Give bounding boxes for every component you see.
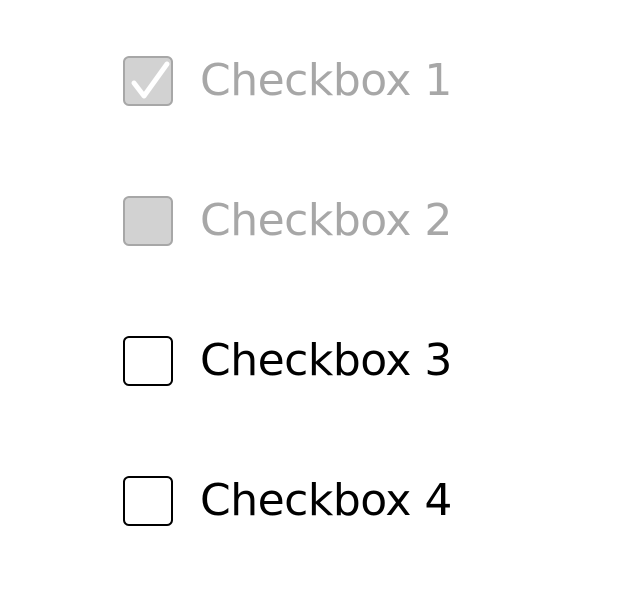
checkbox-2-box <box>123 196 173 246</box>
checkbox-3-box[interactable] <box>123 336 173 386</box>
checkbox-4[interactable]: Checkbox 4 <box>123 474 603 528</box>
checkbox-4-box[interactable] <box>123 476 173 526</box>
checkbox-1-label: Checkbox 1 <box>200 55 452 106</box>
check-icon <box>131 61 170 99</box>
checkbox-2-label: Checkbox 2 <box>200 195 452 246</box>
checkbox-1-box <box>123 56 173 106</box>
checkbox-1: Checkbox 1 <box>123 54 603 108</box>
checkbox-2: Checkbox 2 <box>123 194 603 248</box>
checkbox-3[interactable]: Checkbox 3 <box>123 334 603 388</box>
checkbox-3-label[interactable]: Checkbox 3 <box>200 334 452 388</box>
checkbox-4-label[interactable]: Checkbox 4 <box>200 474 452 528</box>
